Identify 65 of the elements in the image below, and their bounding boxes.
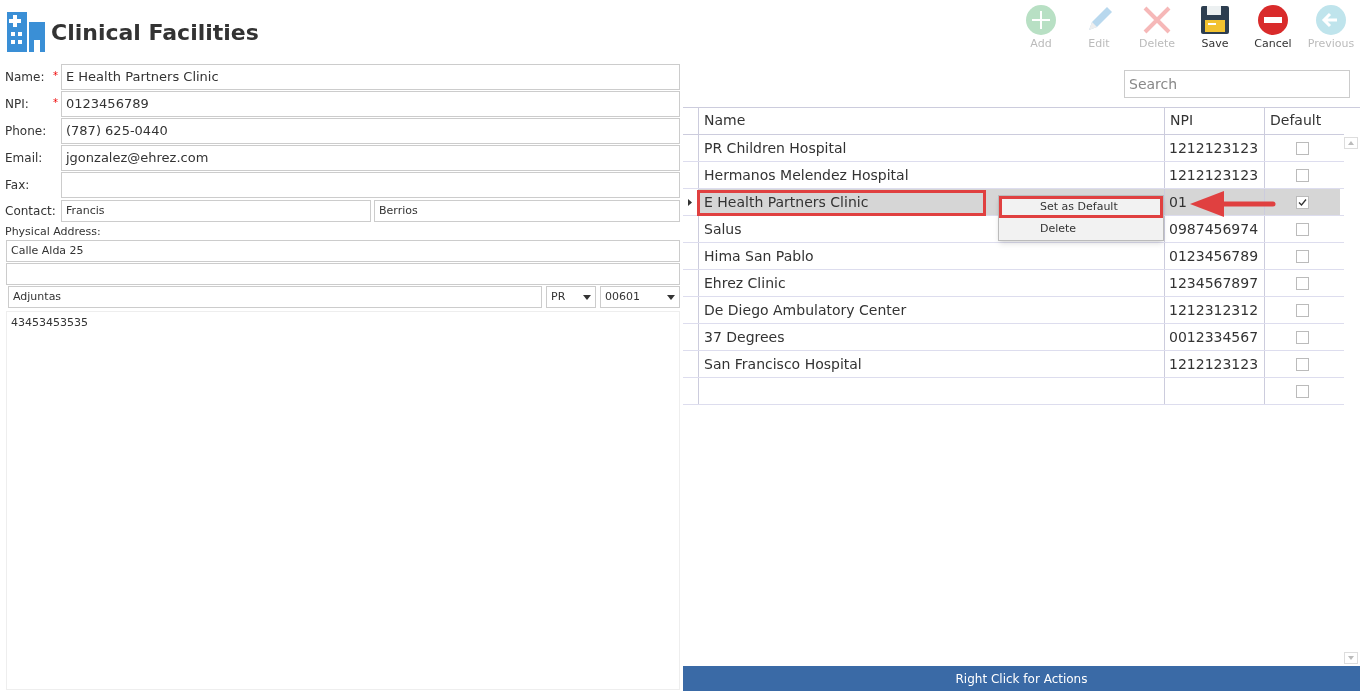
toolbar-button[interactable]: Save bbox=[1186, 4, 1244, 53]
caret-icon bbox=[583, 294, 591, 300]
input-field[interactable]: Berrios bbox=[374, 200, 680, 222]
table-cell: 1212123123 bbox=[1164, 162, 1264, 188]
menu-item[interactable]: Set as Default bbox=[999, 196, 1163, 218]
scroll-down-icon[interactable] bbox=[1344, 652, 1358, 664]
input-field[interactable]: (787) 625-0440 bbox=[61, 118, 680, 144]
field-label: Contact: bbox=[5, 203, 57, 220]
page-title: Clinical Facilities bbox=[51, 18, 259, 47]
table-cell: Ehrez Clinic bbox=[698, 270, 1164, 296]
table-cell: Hermanos Melendez Hospital bbox=[698, 162, 1164, 188]
table-cell: 37 Degrees bbox=[698, 324, 1164, 350]
table-cell: 0012334567 bbox=[1164, 324, 1264, 350]
table-cell: 1212312312 bbox=[1164, 297, 1264, 323]
row-pointer-icon bbox=[688, 198, 692, 206]
cross-icon bbox=[1141, 4, 1173, 36]
checkbox[interactable] bbox=[1296, 195, 1309, 209]
field-label: Phone: bbox=[5, 123, 48, 140]
field-label: Fax: bbox=[5, 177, 31, 194]
checkbox[interactable] bbox=[1296, 384, 1309, 398]
input-field[interactable] bbox=[61, 172, 680, 198]
dropdown[interactable]: 00601 bbox=[600, 286, 680, 308]
checkbox[interactable] bbox=[1296, 357, 1309, 371]
field-label: Name: bbox=[5, 69, 46, 86]
hospital-icon bbox=[7, 10, 47, 54]
plus-icon bbox=[1025, 4, 1057, 36]
table-cell: 1212123123 bbox=[1164, 351, 1264, 377]
input-field[interactable] bbox=[6, 263, 680, 285]
checkbox[interactable] bbox=[1296, 141, 1309, 155]
menu-item[interactable]: Delete bbox=[999, 218, 1163, 240]
required-asterisk: * bbox=[53, 70, 58, 81]
checkbox[interactable] bbox=[1296, 222, 1309, 236]
table-cell: 1234567897 bbox=[1164, 270, 1264, 296]
field-label: NPI: bbox=[5, 96, 30, 113]
table-cell: Hima San Pablo bbox=[698, 243, 1164, 269]
input-field[interactable]: 0123456789 bbox=[61, 91, 680, 117]
table-cell: 1212123123 bbox=[1164, 135, 1264, 161]
input-field[interactable]: Adjuntas bbox=[8, 286, 542, 308]
dropdown[interactable]: PR bbox=[546, 286, 596, 308]
input-field[interactable]: jgonzalez@ehrez.com bbox=[61, 145, 680, 171]
minus-circle-icon bbox=[1257, 4, 1289, 36]
caret-icon bbox=[667, 294, 675, 300]
checkbox[interactable] bbox=[1296, 276, 1309, 290]
checkbox[interactable] bbox=[1296, 303, 1309, 317]
checkbox[interactable] bbox=[1296, 330, 1309, 344]
table-cell: PR Children Hospital bbox=[698, 135, 1164, 161]
input-field[interactable]: E Health Partners Clinic bbox=[61, 64, 680, 90]
input-field[interactable]: Francis bbox=[61, 200, 371, 222]
table-cell: San Francisco Hospital bbox=[698, 351, 1164, 377]
column-header[interactable]: NPI bbox=[1164, 108, 1264, 134]
table-cell: 0123456789 bbox=[1164, 243, 1264, 269]
checkbox[interactable] bbox=[1296, 249, 1309, 263]
status-bar: Right Click for Actions bbox=[683, 666, 1360, 691]
required-asterisk: * bbox=[53, 97, 58, 108]
column-header[interactable]: Name bbox=[698, 108, 1164, 134]
field-label: Email: bbox=[5, 150, 44, 167]
checkbox[interactable] bbox=[1296, 168, 1309, 182]
section-label: Physical Address: bbox=[5, 224, 102, 239]
notes-field[interactable]: 43453453535 bbox=[6, 311, 680, 690]
search-field[interactable]: Search bbox=[1124, 70, 1350, 98]
toolbar-button[interactable]: Cancel bbox=[1244, 4, 1302, 53]
scroll-up-icon[interactable] bbox=[1344, 137, 1358, 149]
table-cell: De Diego Ambulatory Center bbox=[698, 297, 1164, 323]
column-header[interactable]: Default bbox=[1264, 108, 1340, 134]
input-field[interactable]: Calle Alda 25 bbox=[6, 240, 680, 262]
